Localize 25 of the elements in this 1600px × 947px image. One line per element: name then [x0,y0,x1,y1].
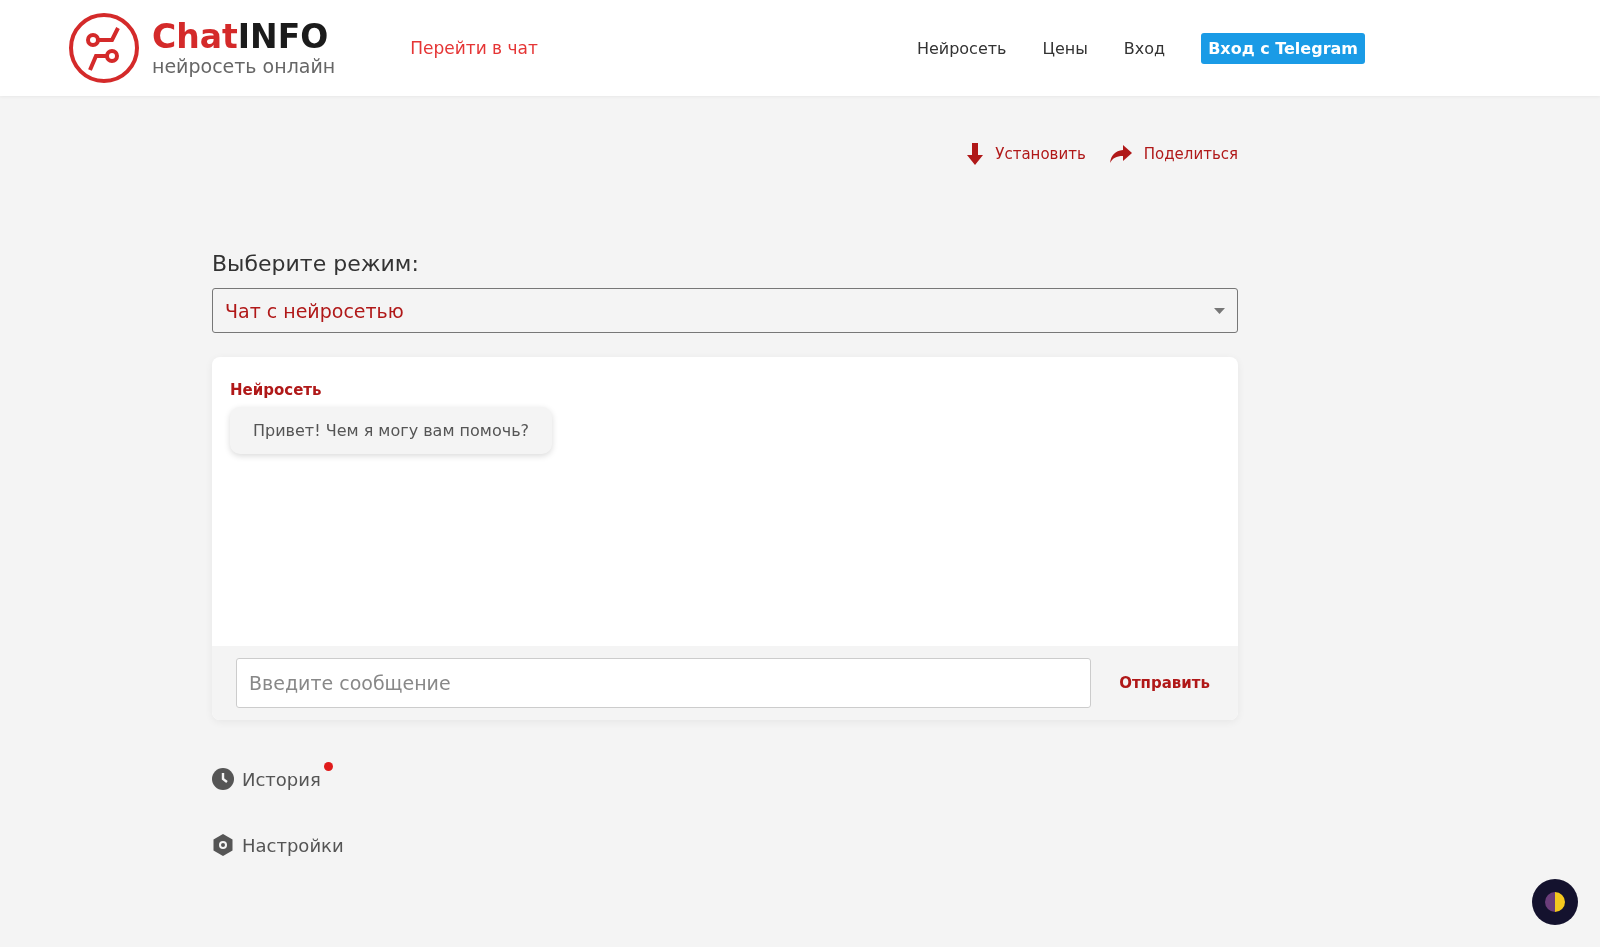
history-link[interactable]: История [212,762,333,790]
gear-icon [212,834,234,856]
settings-link[interactable]: Настройки [212,828,356,856]
half-moon-icon [1545,892,1565,912]
nav-link[interactable]: Вход [1123,38,1166,58]
send-button[interactable]: Отправить [1115,670,1214,696]
share-arrow-icon [1109,145,1132,163]
clock-icon [212,768,234,790]
share-link[interactable]: Поделиться [1109,134,1238,174]
logo-text: ChatINFO [152,19,330,55]
nav-link[interactable]: Цены [1042,38,1088,58]
logo[interactable]: ChatINFO нейросеть онлайн [68,12,336,84]
install-link[interactable]: Установить [967,134,1086,174]
download-arrow-icon [967,143,984,165]
message-bubble: Привет! Чем я могу вам помочь? [230,407,553,454]
mode-label: Выберите режим: [212,251,420,276]
nav-link[interactable]: Нейросеть [916,38,1007,58]
theme-toggle-button[interactable] [1532,879,1578,925]
logo-icon [68,12,140,84]
logo-tagline: нейросеть онлайн [152,55,336,77]
chat-link[interactable]: Перейти в чат [410,38,538,58]
message-input[interactable]: Введите сообщение [236,658,1092,708]
mode-select[interactable]: Чат с нейросетью [212,288,1238,333]
sender-name: Нейросеть [230,381,323,399]
dropdown-caret-icon [1214,307,1225,314]
